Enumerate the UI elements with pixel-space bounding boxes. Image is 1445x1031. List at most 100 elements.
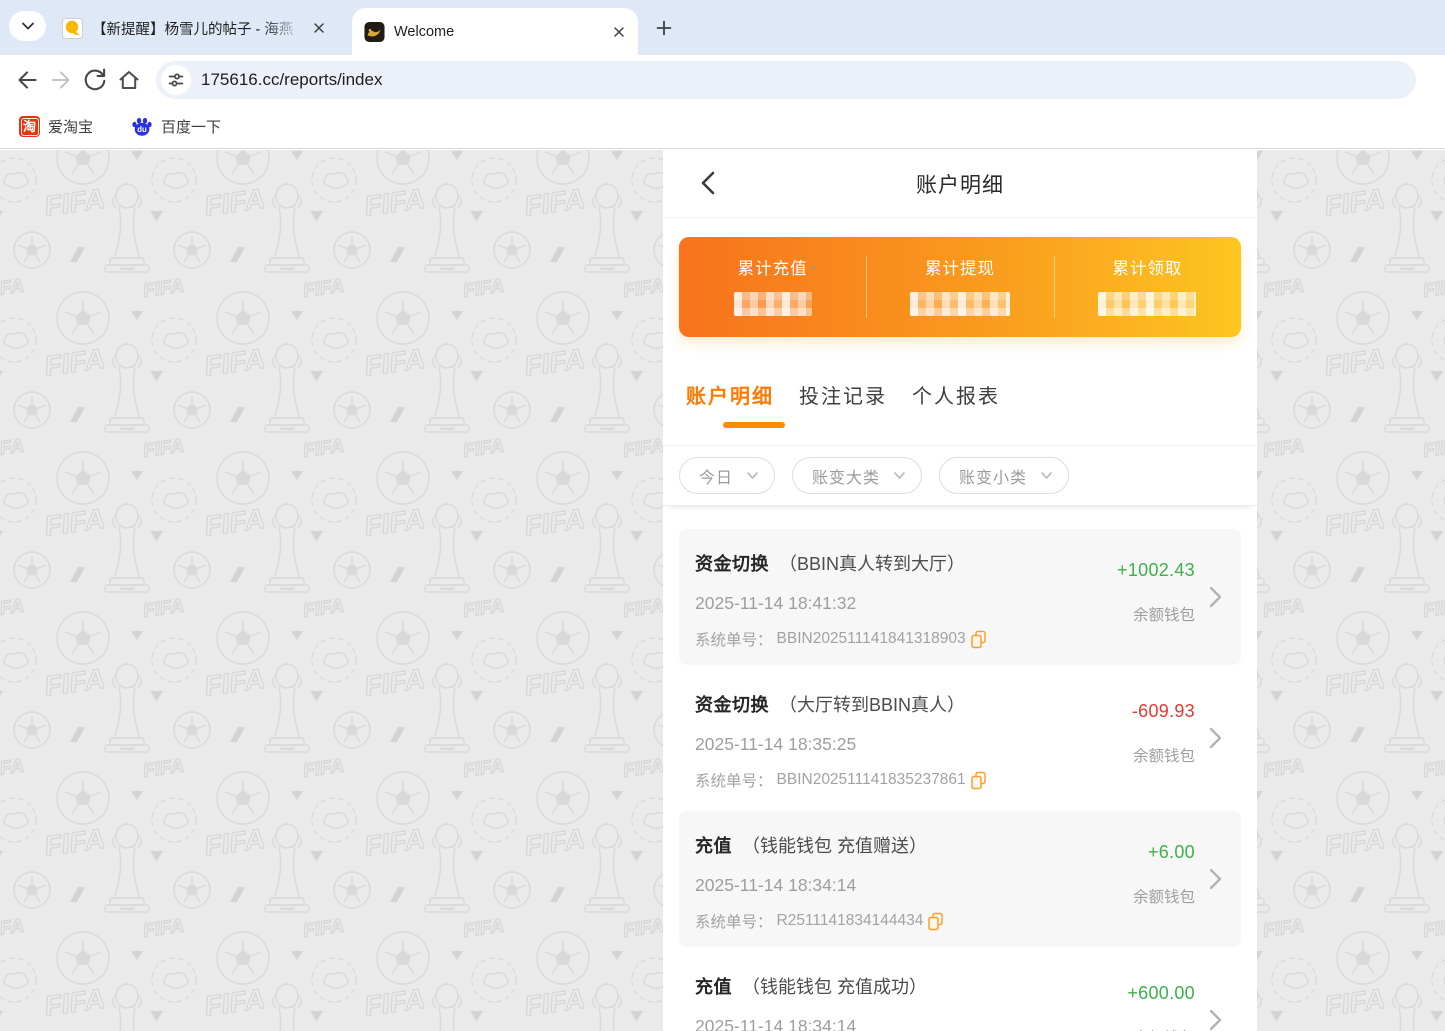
forum-favicon-icon (62, 18, 83, 39)
wallet-label: 余额钱包 (1065, 603, 1195, 625)
close-tab-icon[interactable] (310, 19, 328, 37)
amount-value: +6.00 (1065, 842, 1195, 863)
wallet-label: 余额钱包 (1065, 744, 1195, 766)
transaction-time: 2025-11-14 18:34:14 (695, 875, 1065, 896)
row-chevron-icon[interactable] (1207, 1008, 1223, 1031)
summary-card: 累计充值 累计提现 累计领取 (679, 237, 1241, 337)
transaction-amounts: +600.00 余额钱包 (1065, 973, 1195, 1031)
order-number: BBIN202511141835237861 (777, 771, 966, 789)
transaction-type: 资金切换 (695, 691, 769, 717)
tab-title: Welcome (394, 24, 601, 40)
transaction-info: 充值 （钱能钱包 充值赠送） 2025-11-14 18:34:14 系统单号：… (695, 832, 1065, 947)
summary-label: 累计领取 (1054, 255, 1241, 279)
tab-search-button[interactable] (9, 11, 46, 41)
back-nav-button[interactable] (10, 63, 44, 97)
transaction-amounts: +6.00 余额钱包 (1065, 832, 1195, 947)
transaction-amounts: +1002.43 余额钱包 (1065, 550, 1195, 665)
transaction-row[interactable]: 资金切换 （大厅转到BBIN真人） 2025-11-14 18:35:25 系统… (679, 670, 1241, 806)
summary-column: 累计充值 (679, 237, 866, 337)
panel-header: 账户明细 (663, 150, 1257, 218)
back-chevron-icon (697, 168, 719, 198)
transaction-amounts: -609.93 余额钱包 (1065, 691, 1195, 806)
transaction-info: 资金切换 （大厅转到BBIN真人） 2025-11-14 18:35:25 系统… (695, 691, 1065, 806)
back-button[interactable] (689, 164, 727, 202)
baidu-paw-icon: du (131, 116, 153, 138)
order-number: R2511141834144434 (777, 912, 924, 930)
summary-column: 累计提现 (866, 237, 1053, 337)
transaction-info: 充值 （钱能钱包 充值成功） 2025-11-14 18:34:14 系统单号： (695, 973, 1065, 1031)
filter-label: 账变小类 (959, 464, 1027, 488)
order-number: BBIN202511141841318903 (777, 630, 966, 648)
transaction-detail: （钱能钱包 充值赠送） (742, 832, 927, 858)
order-label: 系统单号： (695, 769, 773, 791)
bookmark-taobao[interactable]: 淘 爱淘宝 (13, 112, 99, 141)
browser-tab-welcome[interactable]: Welcome (352, 8, 638, 55)
copy-icon[interactable] (927, 912, 944, 931)
reload-icon (82, 67, 108, 93)
transaction-info: 资金切换 （BBIN真人转到大厅） 2025-11-14 18:41:32 系统… (695, 550, 1065, 665)
transaction-type: 充值 (695, 832, 732, 858)
chevron-down-icon (1039, 468, 1054, 483)
plus-icon (656, 20, 672, 36)
bookmark-label: 百度一下 (161, 116, 221, 137)
tab-title: 【新提醒】杨雪儿的帖子 - 海燕 (92, 18, 301, 39)
filter-dropdown[interactable]: 今日 (679, 457, 775, 494)
taobao-icon: 淘 (19, 116, 40, 137)
filter-label: 今日 (699, 464, 733, 488)
transaction-detail: （钱能钱包 充值成功） (742, 973, 927, 999)
transaction-type: 资金切换 (695, 550, 769, 576)
account-panel: 账户明细 累计充值 累计提现 累计领取 (663, 150, 1257, 1031)
transaction-time: 2025-11-14 18:41:32 (695, 593, 1065, 614)
transaction-row[interactable]: 充值 （钱能钱包 充值赠送） 2025-11-14 18:34:14 系统单号：… (679, 811, 1241, 947)
masked-amount (734, 292, 812, 316)
browser-window: 【新提醒】杨雪儿的帖子 - 海燕 Welcome (0, 0, 1445, 1031)
transaction-detail: （大厅转到BBIN真人） (779, 691, 965, 717)
filter-label: 账变大类 (812, 464, 880, 488)
home-icon (116, 67, 142, 93)
reload-button[interactable] (78, 63, 112, 97)
tab-strip: 【新提醒】杨雪儿的帖子 - 海燕 Welcome (0, 0, 1445, 55)
report-tab[interactable]: 投注记录 (799, 380, 887, 409)
forward-nav-button[interactable] (44, 63, 78, 97)
copy-icon[interactable] (970, 630, 987, 649)
row-chevron-icon[interactable] (1207, 867, 1223, 896)
back-arrow-icon (14, 67, 40, 93)
new-tab-button[interactable] (650, 14, 678, 42)
filter-dropdown[interactable]: 账变大类 (792, 457, 922, 494)
order-label: 系统单号： (695, 910, 773, 932)
transaction-type: 充值 (695, 973, 732, 999)
report-tabs: 账户明细 投注记录 个人报表 (663, 337, 1257, 409)
summary-column: 累计领取 (1054, 237, 1241, 337)
transaction-row[interactable]: 充值 （钱能钱包 充值成功） 2025-11-14 18:34:14 系统单号： (679, 952, 1241, 1031)
tune-icon (166, 70, 186, 90)
bookmark-baidu[interactable]: du 百度一下 (125, 112, 227, 142)
transaction-detail: （BBIN真人转到大厅） (779, 550, 965, 576)
address-bar[interactable]: 175616.cc/reports/index (156, 61, 1416, 99)
close-tab-icon[interactable] (610, 23, 628, 41)
welcome-favicon-icon (364, 21, 385, 42)
wallet-label: 余额钱包 (1065, 1026, 1195, 1031)
amount-value: +600.00 (1065, 983, 1195, 1004)
browser-tab-forum[interactable]: 【新提醒】杨雪儿的帖子 - 海燕 (50, 9, 338, 47)
transaction-list: 资金切换 （BBIN真人转到大厅） 2025-11-14 18:41:32 系统… (663, 506, 1257, 1031)
row-chevron-icon[interactable] (1207, 585, 1223, 614)
forward-arrow-icon (48, 67, 74, 93)
wallet-label: 余额钱包 (1065, 885, 1195, 907)
site-settings-button[interactable] (161, 65, 191, 95)
row-chevron-icon[interactable] (1207, 726, 1223, 755)
svg-text:du: du (137, 125, 147, 134)
browser-toolbar: 175616.cc/reports/index (0, 55, 1445, 105)
chevron-down-icon (745, 468, 760, 483)
page-title: 账户明细 (916, 169, 1004, 199)
filter-dropdown[interactable]: 账变小类 (939, 457, 1069, 494)
bookmarks-bar: 淘 爱淘宝 du 百度一下 (0, 105, 1445, 149)
url-text: 175616.cc/reports/index (201, 70, 382, 90)
filter-bar: 今日 账变大类 账变小类 (663, 445, 1257, 506)
copy-icon[interactable] (970, 771, 987, 790)
order-label: 系统单号： (695, 628, 773, 650)
home-button[interactable] (112, 63, 146, 97)
amount-value: -609.93 (1065, 701, 1195, 722)
report-tab[interactable]: 账户明细 (686, 380, 774, 409)
transaction-row[interactable]: 资金切换 （BBIN真人转到大厅） 2025-11-14 18:41:32 系统… (679, 529, 1241, 665)
report-tab[interactable]: 个人报表 (912, 380, 1000, 409)
